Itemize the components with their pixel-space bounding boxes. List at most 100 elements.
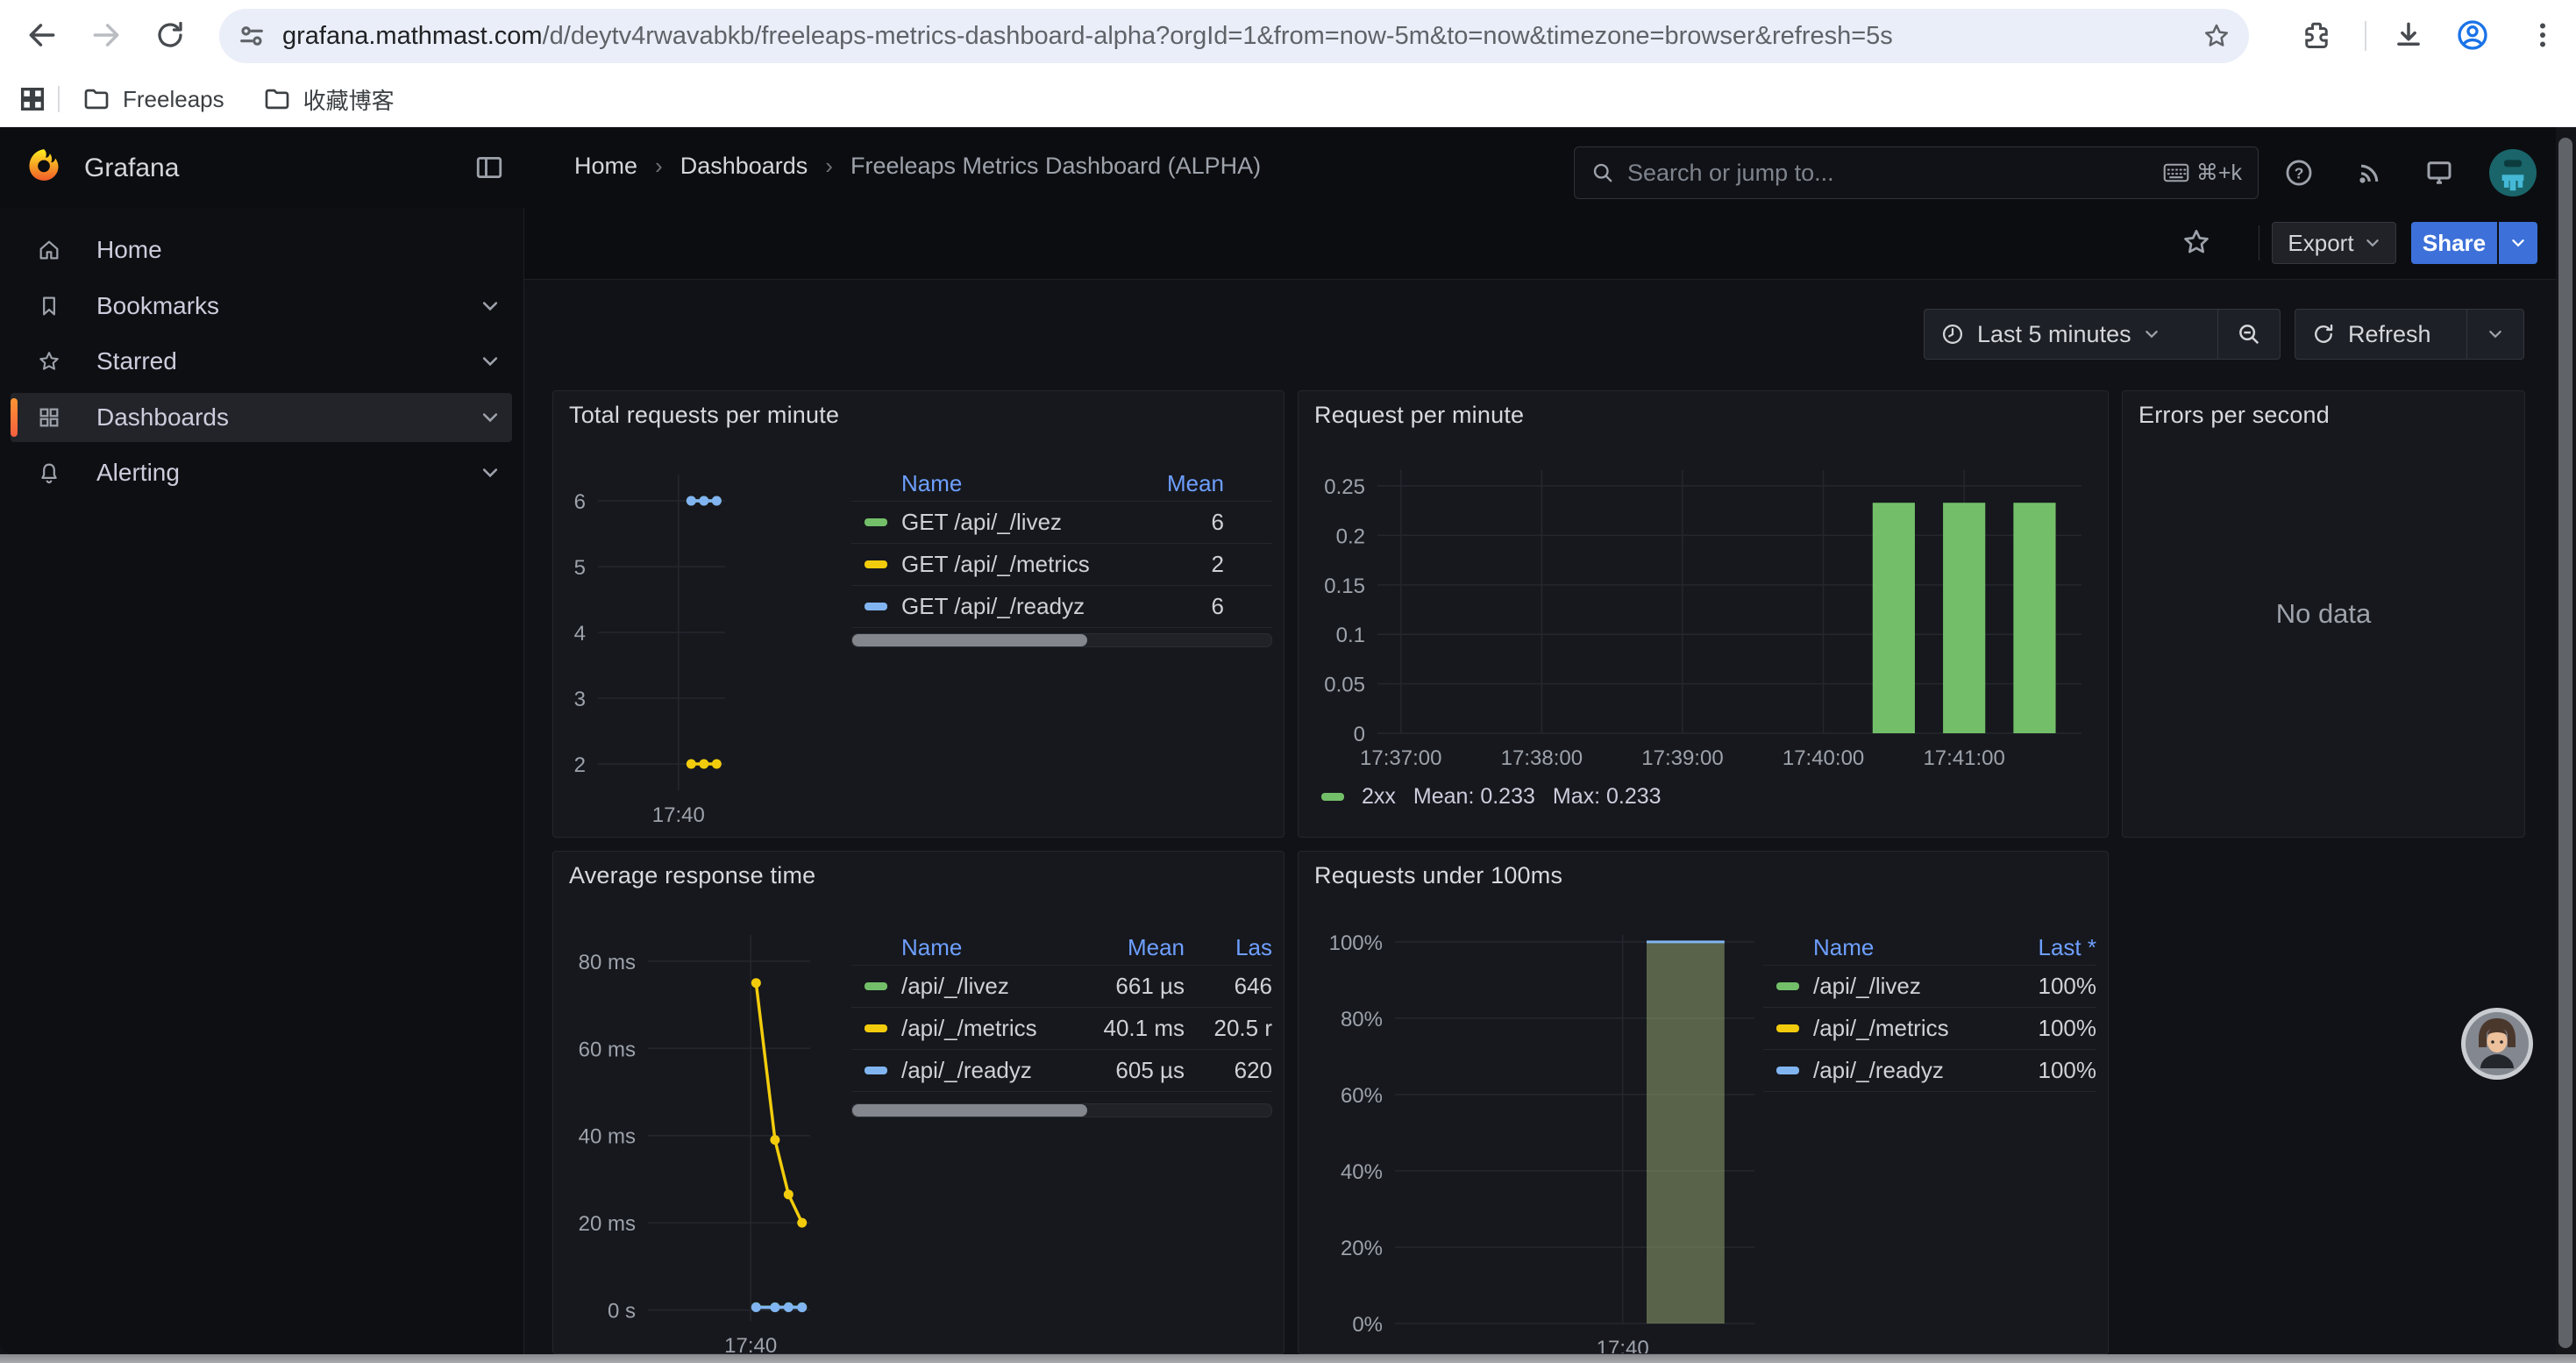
browser-menu-icon[interactable] — [2525, 18, 2560, 53]
breadcrumb: Home › Dashboards › Freeleaps Metrics Da… — [574, 153, 1261, 180]
scrollbar-thumb[interactable] — [2558, 138, 2572, 1348]
legend-mean: Mean: 0.233 — [1413, 784, 1535, 810]
panel-total-requests: Total requests per minute 6543217:40 Nam… — [552, 390, 1284, 838]
svg-text:17:39:00: 17:39:00 — [1641, 746, 1723, 770]
column-header-name[interactable]: Name — [1813, 934, 1991, 961]
column-header-last[interactable]: Last * — [1991, 934, 2096, 961]
back-icon[interactable] — [25, 18, 60, 53]
sidebar-item-alerting[interactable]: Alerting — [11, 448, 512, 497]
star-icon — [37, 349, 61, 374]
refresh-label: Refresh — [2348, 321, 2431, 348]
chevron-down-icon[interactable] — [480, 463, 500, 482]
table-row[interactable]: GET /api/_/livez 6 — [851, 502, 1272, 544]
column-header-name[interactable]: Name — [901, 470, 1128, 497]
svg-text:60 ms: 60 ms — [579, 1038, 636, 1061]
user-avatar[interactable] — [2489, 149, 2537, 196]
table-row[interactable]: /api/_/livez 661 µs 646 — [851, 966, 1272, 1008]
bookmark-icon — [37, 294, 61, 318]
dashboard-actions-bar — [523, 208, 2556, 280]
page-scrollbar[interactable] — [2556, 127, 2576, 1354]
time-range-picker[interactable]: Last 5 minutes — [1924, 309, 2281, 360]
column-header-name[interactable]: Name — [901, 934, 1071, 961]
favorite-star-icon[interactable] — [2181, 226, 2212, 258]
chevron-down-icon[interactable] — [480, 296, 500, 316]
scrollbar-thumb[interactable] — [852, 1104, 1087, 1117]
rss-icon[interactable] — [2354, 157, 2386, 189]
table-row[interactable]: /api/_/metrics 100% — [1763, 1008, 2096, 1050]
svg-text:40 ms: 40 ms — [579, 1125, 636, 1149]
scrollbar-thumb[interactable] — [852, 634, 1087, 646]
chevron-down-icon[interactable] — [480, 352, 500, 371]
breadcrumb-dashboards[interactable]: Dashboards — [680, 153, 808, 180]
refresh-button[interactable]: Refresh — [2295, 309, 2524, 360]
bookmark-folder-label: Freeleaps — [123, 86, 224, 113]
column-header-last[interactable]: Las — [1185, 934, 1272, 961]
svg-text:0 s: 0 s — [608, 1300, 636, 1324]
forward-icon[interactable] — [89, 18, 124, 53]
bookmark-folder-label: 收藏博客 — [303, 83, 395, 116]
series-color-dash — [865, 603, 887, 610]
no-data-message: No data — [2123, 391, 2524, 837]
refresh-icon — [2311, 322, 2336, 346]
bookmark-star-icon[interactable] — [2202, 21, 2231, 51]
tune-icon[interactable] — [237, 21, 267, 51]
apps-grid-icon[interactable] — [18, 84, 47, 114]
zoom-out-button[interactable] — [2218, 310, 2280, 359]
panel-request-per-minute: Request per minute 00.050.10.150.20.2517… — [1298, 390, 2109, 838]
toolbar-divider — [2365, 21, 2366, 51]
chevron-down-icon — [2365, 235, 2380, 251]
legend-table: Name Mean Las /api/_/livez 661 µs 646 /a… — [851, 931, 1272, 1117]
url-bar[interactable]: grafana.mathmast.com/d/deytv4rwavabkb/fr… — [219, 9, 2249, 63]
profile-icon[interactable] — [2455, 18, 2490, 53]
floating-assistant-avatar[interactable] — [2460, 1007, 2534, 1081]
table-row[interactable]: /api/_/readyz 100% — [1763, 1050, 2096, 1092]
sidebar-item-home[interactable]: Home — [11, 225, 512, 275]
legend-table: Name Last * /api/_/livez 100% /api/_/met… — [1763, 931, 2096, 1092]
sidebar-item-bookmarks[interactable]: Bookmarks — [11, 282, 512, 331]
svg-text:2: 2 — [574, 753, 586, 777]
chart-legend[interactable]: 2xx Mean: 0.233 Max: 0.233 — [1321, 784, 1662, 810]
series-color-dash — [1776, 982, 1799, 990]
svg-text:17:41:00: 17:41:00 — [1923, 746, 2004, 770]
download-icon[interactable] — [2391, 18, 2426, 53]
extensions-icon[interactable] — [2299, 18, 2334, 53]
share-menu-button[interactable] — [2499, 235, 2537, 251]
table-scrollbar[interactable] — [851, 633, 1272, 647]
refresh-interval-button[interactable] — [2467, 310, 2523, 359]
search-input[interactable]: Search or jump to... ⌘+k — [1574, 146, 2259, 199]
table-row[interactable]: GET /api/_/metrics 2 — [851, 544, 1272, 586]
sidebar-item-dashboards[interactable]: Dashboards — [11, 393, 512, 442]
column-header-mean[interactable]: Mean — [1128, 470, 1224, 497]
breadcrumb-separator: › — [655, 153, 663, 180]
export-button[interactable]: Export — [2272, 222, 2396, 264]
grafana-logo[interactable] — [25, 146, 63, 184]
help-icon[interactable]: ? — [2283, 157, 2315, 189]
svg-text:17:38:00: 17:38:00 — [1501, 746, 1583, 770]
svg-text:20 ms: 20 ms — [579, 1212, 636, 1236]
request-per-minute-chart: 00.050.10.150.20.2517:37:0017:38:0017:39… — [1299, 391, 2109, 838]
table-row[interactable]: /api/_/readyz 605 µs 620 — [851, 1050, 1272, 1092]
legend-series-name[interactable]: 2xx — [1362, 784, 1396, 810]
panel-toggle-icon[interactable] — [473, 152, 505, 183]
search-placeholder: Search or jump to... — [1627, 160, 2151, 187]
svg-text:?: ? — [2295, 164, 2304, 182]
chevron-down-icon[interactable] — [480, 408, 500, 427]
share-button[interactable]: Share — [2411, 222, 2537, 264]
reload-icon[interactable] — [153, 18, 188, 53]
table-row[interactable]: /api/_/livez 100% — [1763, 966, 2096, 1008]
table-row[interactable]: GET /api/_/readyz 6 — [851, 586, 1272, 628]
table-scrollbar[interactable] — [851, 1103, 1272, 1117]
series-color-dash — [865, 560, 887, 568]
bookmark-folder-freeleaps[interactable]: Freeleaps — [82, 85, 224, 113]
series-color-dash — [1776, 1067, 1799, 1074]
sidebar-item-label: Alerting — [96, 459, 180, 487]
monitor-icon[interactable] — [2423, 157, 2455, 189]
bookmark-folder-blogs[interactable]: 收藏博客 — [263, 83, 395, 116]
svg-text:0.25: 0.25 — [1324, 475, 1365, 499]
sidebar-item-starred[interactable]: Starred — [11, 337, 512, 386]
breadcrumb-home[interactable]: Home — [574, 153, 637, 180]
table-row[interactable]: /api/_/metrics 40.1 ms 20.5 r — [851, 1008, 1272, 1050]
column-header-mean[interactable]: Mean — [1071, 934, 1185, 961]
breadcrumb-separator: › — [825, 153, 833, 180]
panel-average-response-time: Average response time 80 ms60 ms40 ms20 … — [552, 851, 1284, 1354]
